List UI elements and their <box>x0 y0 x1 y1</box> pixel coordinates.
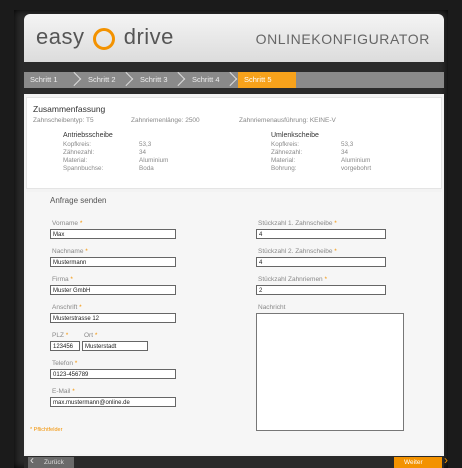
stkr-input[interactable]: 2 <box>256 285 386 295</box>
umlenk-value: Aluminium <box>341 157 371 164</box>
stk1-label: Stückzahl 1. Zahnscheibe * <box>258 220 337 227</box>
chevron-left-icon: ‹ <box>30 453 34 467</box>
step-2[interactable]: Schritt 2 <box>82 72 134 88</box>
umlenk-value: 53,3 <box>341 141 354 148</box>
telefon-input[interactable]: 0123-456789 <box>50 369 176 379</box>
nachricht-label: Nachricht <box>258 304 286 311</box>
umlenk-heading: Umlenkscheibe <box>271 132 319 139</box>
umlenk-value: 34 <box>341 149 349 156</box>
chevron-right-icon: › <box>444 453 448 467</box>
summary-zahnriemenausfuehrung: Zahnriemenausführung: KEINE-V <box>239 117 336 124</box>
firma-input[interactable]: Muster GmbH <box>50 285 176 295</box>
plz-label: PLZ * <box>52 332 69 339</box>
antrieb-value: 53,3 <box>139 141 152 148</box>
vorname-input[interactable]: Max <box>50 229 176 239</box>
antrieb-value: Boda <box>139 165 154 172</box>
stk2-label: Stückzahl 2. Zahnscheibe * <box>258 248 337 255</box>
step-3[interactable]: Schritt 3 <box>134 72 186 88</box>
summary-title: Zusammenfassung <box>33 104 106 114</box>
antrieb-value: 34 <box>139 149 147 156</box>
plz-input[interactable]: 123456 <box>50 341 80 351</box>
next-button-label: Weiter <box>404 459 423 466</box>
antrieb-value: Aluminium <box>139 157 169 164</box>
step-bar: Schritt 1 Schritt 2 Schritt 3 Schritt 4 … <box>24 72 444 88</box>
logo-ring-icon <box>93 28 116 50</box>
logo-text-left: easy <box>36 24 85 49</box>
step-1[interactable]: Schritt 1 <box>24 72 82 88</box>
logo: easy drive <box>36 24 174 50</box>
umlenk-key: Kopfkreis: <box>271 141 299 148</box>
nachname-input[interactable]: Mustermann <box>50 257 176 267</box>
anschrift-input[interactable]: Musterstrasse 12 <box>50 313 176 323</box>
antrieb-heading: Antriebsscheibe <box>63 132 113 139</box>
logo-text-right: drive <box>123 24 174 49</box>
stk2-input[interactable]: 4 <box>256 257 386 267</box>
summary-zahnriemenlaenge: Zahnriemenlänge: 2500 <box>131 117 200 124</box>
umlenk-key: Bohrung: <box>271 165 297 172</box>
stk1-input[interactable]: 4 <box>256 229 386 239</box>
step-5-active[interactable]: Schritt 5 <box>238 72 296 88</box>
summary-zahnscheibentyp: Zahnscheibentyp: T5 <box>33 117 94 124</box>
header: easy drive ONLINEKONFIGURATOR <box>24 14 444 62</box>
umlenk-key: Material: <box>271 157 296 164</box>
umlenk-key: Zähnezahl: <box>271 149 303 156</box>
footer-bar <box>24 456 444 468</box>
back-button[interactable]: ‹ Zurück <box>28 453 74 468</box>
required-note: * Pflichtfelder <box>30 427 63 433</box>
page-title: ONLINEKONFIGURATOR <box>255 31 430 47</box>
stkr-label: Stückzahl Zahnriemen * <box>258 276 328 283</box>
nachricht-textarea[interactable] <box>256 313 404 431</box>
antrieb-key: Spannbuchse: <box>63 165 104 172</box>
next-button[interactable]: Weiter › <box>394 454 448 468</box>
anschrift-label: Anschrift * <box>52 304 82 311</box>
email-input[interactable]: max.mustermann@online.de <box>50 397 176 407</box>
email-label: E-Mail * <box>52 388 75 395</box>
umlenk-value: vorgebohrt <box>341 165 372 172</box>
ort-label: Ort * <box>84 332 98 339</box>
back-button-label: Zurück <box>44 459 64 466</box>
antrieb-key: Material: <box>63 157 88 164</box>
ort-input[interactable]: Musterstadt <box>82 341 148 351</box>
summary-box: Zusammenfassung Zahnscheibentyp: T5 Zahn… <box>26 97 442 189</box>
firma-label: Firma * <box>52 276 73 283</box>
nachname-label: Nachname * <box>52 248 88 255</box>
antrieb-key: Kopfkreis: <box>63 141 91 148</box>
step-4[interactable]: Schritt 4 <box>186 72 238 88</box>
telefon-label: Telefon * <box>52 360 78 367</box>
form-title: Anfrage senden <box>50 196 107 205</box>
vorname-label: Vorname * <box>52 220 83 227</box>
antrieb-key: Zähnezahl: <box>63 149 95 156</box>
